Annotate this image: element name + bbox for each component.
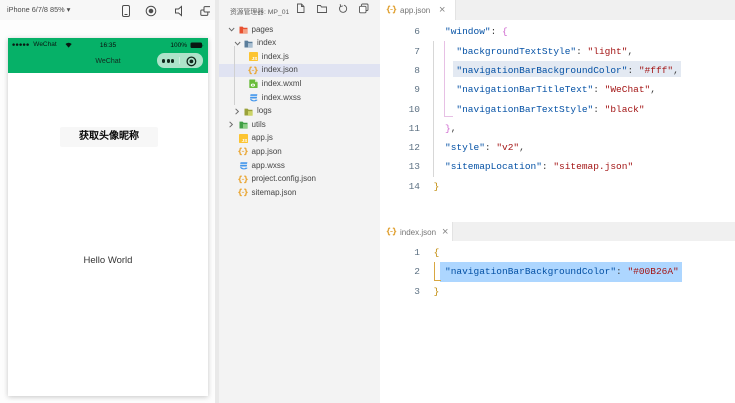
svg-text:JS: JS xyxy=(241,138,247,143)
svg-text:JS: JS xyxy=(252,56,258,61)
